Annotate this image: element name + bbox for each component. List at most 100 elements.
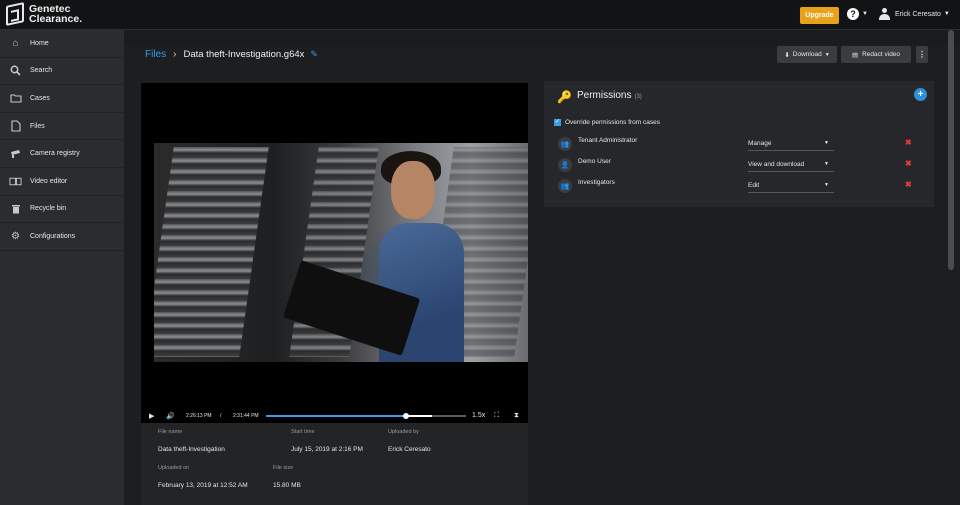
sidebar-item-label: Configurations <box>30 232 76 240</box>
permission-name: Demo User <box>578 158 611 165</box>
seek-buffered <box>406 415 432 417</box>
folder-icon <box>9 93 22 104</box>
pencil-icon[interactable]: ✎ <box>310 49 318 60</box>
sidebar-item-camera-registry[interactable]: Camera registry <box>0 140 124 168</box>
permission-row: 👤 Demo User View and download ▼ ✖ <box>556 155 926 173</box>
sidebar-item-configurations[interactable]: ⚙ Configurations <box>0 223 124 251</box>
film-icon <box>9 176 22 187</box>
sidebar-item-recycle-bin[interactable]: Recycle bin <box>0 196 124 224</box>
chevron-down-icon: ▼ <box>943 11 950 17</box>
access-level-select[interactable]: View and download ▼ <box>748 159 834 172</box>
key-icon: 🔑 <box>557 90 572 104</box>
gear-icon: ⚙ <box>11 230 20 242</box>
override-label: Override permissions from cases <box>565 119 660 126</box>
redact-video-button[interactable]: ▤ Redact video <box>841 46 911 63</box>
chevron-down-icon: ▼ <box>824 140 829 146</box>
brand-name-line2: Clearance. <box>29 13 83 25</box>
redact-icon: ▤ <box>851 51 859 59</box>
breadcrumb: Files › Data theft-Investigation.g64x ✎ <box>145 49 318 60</box>
time-separator: / <box>220 412 222 419</box>
remove-permission-icon[interactable]: ✖ <box>905 159 912 168</box>
sidebar-item-label: Video editor <box>30 177 68 185</box>
settings-icon[interactable]: ⧗ <box>514 412 519 420</box>
top-bar: Genetec Clearance. Upgrade ? ▼ Erick Cer… <box>0 0 960 30</box>
sidebar-item-home[interactable]: ⌂ Home <box>0 30 124 58</box>
chevron-down-icon: ▼ <box>824 161 829 167</box>
group-icon: 👥 <box>558 179 572 193</box>
chevron-down-icon: ▼ <box>862 11 868 17</box>
camera-icon <box>9 148 22 159</box>
page-scrollbar[interactable] <box>948 30 954 270</box>
sidebar-item-search[interactable]: Search <box>0 58 124 86</box>
play-icon[interactable]: ▶ <box>149 412 154 420</box>
permission-row: 👥 Investigators Edit ▼ ✖ <box>556 176 926 194</box>
permission-name: Investigators <box>578 179 615 186</box>
sidebar-item-label: Home <box>30 39 49 47</box>
volume-icon[interactable]: 🔊 <box>166 412 175 420</box>
end-time: 2:31:44 PM <box>233 412 259 419</box>
uploaded-by-value: Erick Ceresato <box>388 446 431 453</box>
file-name-value: Data theft-Investigation <box>158 446 225 453</box>
logo-mark-icon <box>6 2 24 26</box>
fullscreen-icon[interactable]: ⛶ <box>494 412 499 420</box>
sidebar: ⌂ Home Search Cases Files Camera registr… <box>0 30 124 505</box>
file-icon <box>9 120 22 132</box>
user-menu[interactable]: Erick Ceresato ▼ <box>879 8 950 20</box>
video-player[interactable]: ▶ 🔊 2:26:13 PM / 2:31:44 PM 1.5x ⛶ ⧗ <box>141 83 528 423</box>
uploaded-on-value: February 13, 2019 at 12:52 AM <box>158 482 248 489</box>
genetec-logo[interactable]: Genetec Clearance. <box>6 2 83 26</box>
help-menu[interactable]: ? ▼ <box>847 8 868 20</box>
breadcrumb-files-link[interactable]: Files <box>145 49 166 60</box>
permissions-title: Permissions <box>577 90 632 101</box>
permission-row: 👥 Tenant Administrator Manage ▼ ✖ <box>556 134 926 152</box>
seek-bar[interactable] <box>266 413 466 419</box>
playback-rate[interactable]: 1.5x <box>472 412 485 419</box>
home-icon: ⌂ <box>12 37 19 49</box>
chevron-right-icon: › <box>173 49 177 60</box>
sidebar-item-label: Cases <box>30 94 50 102</box>
sidebar-item-cases[interactable]: Cases <box>0 85 124 113</box>
override-permissions-checkbox[interactable]: ✓ Override permissions from cases <box>554 119 660 126</box>
remove-permission-icon[interactable]: ✖ <box>905 138 912 147</box>
seek-handle[interactable] <box>403 413 409 419</box>
current-time: 2:26:13 PM <box>186 412 212 419</box>
start-time-value: July 15, 2019 at 2:16 PM <box>291 446 363 453</box>
more-options-button[interactable]: ⋮ <box>916 46 928 63</box>
file-name-label: File name <box>158 429 183 435</box>
permissions-panel: 🔑 Permissions (3) + ✓ Override permission… <box>544 81 934 207</box>
vertical-dots-icon: ⋮ <box>918 50 926 59</box>
question-circle-icon: ? <box>847 8 859 20</box>
access-level-select[interactable]: Edit ▼ <box>748 180 834 193</box>
redact-label: Redact video <box>862 51 901 58</box>
main-content: Files › Data theft-Investigation.g64x ✎ … <box>124 30 960 505</box>
sidebar-item-video-editor[interactable]: Video editor <box>0 168 124 196</box>
permission-name: Tenant Administrator <box>578 137 638 144</box>
download-label: Download <box>792 51 822 58</box>
content-header-strip <box>124 30 960 45</box>
video-frame-image <box>154 143 528 362</box>
download-icon: ⬇ <box>784 51 790 59</box>
search-icon <box>9 65 22 76</box>
file-size-label: File size <box>273 465 294 471</box>
chevron-down-icon: ▼ <box>824 51 830 58</box>
group-icon: 👥 <box>558 137 572 151</box>
chevron-down-icon: ▼ <box>824 182 829 188</box>
access-level-select[interactable]: Manage ▼ <box>748 138 834 151</box>
sidebar-item-label: Camera registry <box>30 150 80 158</box>
page-title: Data theft-Investigation.g64x <box>183 49 305 60</box>
sidebar-item-files[interactable]: Files <box>0 113 124 141</box>
uploaded-by-label: Uploaded by <box>388 429 419 435</box>
upgrade-button[interactable]: Upgrade <box>800 7 839 24</box>
player-controls: ▶ 🔊 2:26:13 PM / 2:31:44 PM 1.5x ⛶ ⧗ <box>141 408 528 423</box>
remove-permission-icon[interactable]: ✖ <box>905 180 912 189</box>
add-permission-button[interactable]: + <box>914 88 927 101</box>
file-size-value: 15.80 MB <box>273 482 301 489</box>
uploaded-on-label: Uploaded on <box>158 465 190 471</box>
seek-progress <box>266 415 406 417</box>
start-time-label: Start time <box>291 429 315 435</box>
checkbox-checked-icon: ✓ <box>554 119 561 126</box>
sidebar-item-label: Search <box>30 67 53 75</box>
permissions-count: (3) <box>634 94 642 100</box>
download-button[interactable]: ⬇ Download ▼ <box>777 46 837 63</box>
sidebar-item-label: Files <box>30 122 45 130</box>
